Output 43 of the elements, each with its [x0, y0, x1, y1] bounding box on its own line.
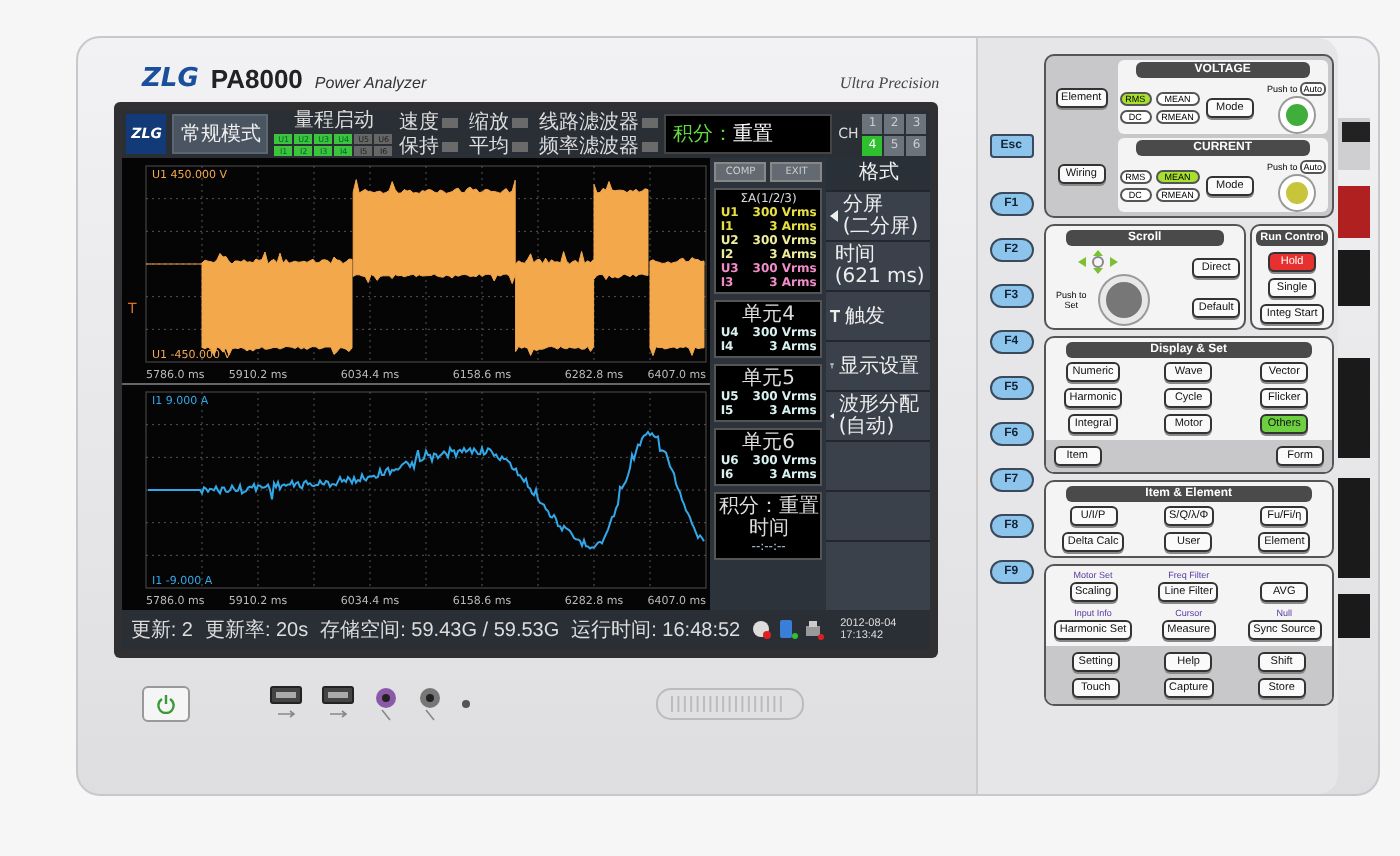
- menu-title: 格式: [826, 158, 931, 190]
- power-icon: [156, 694, 176, 714]
- storage-info: 存储空间: 59.43G / 59.53G: [320, 617, 560, 644]
- unit-title: 单元5: [740, 368, 797, 390]
- integration-status: 积分：重置: [664, 114, 833, 154]
- usb-port-icon: [270, 686, 302, 722]
- range-knob[interactable]: [1279, 176, 1314, 210]
- usb-port-icon: [322, 686, 354, 722]
- indicator-label: 线路滤波器: [538, 111, 639, 133]
- unit-title: 单元4: [740, 304, 797, 326]
- run-time: 运行时间: 16:48:52: [571, 617, 741, 644]
- product-subtitle: Power Analyzer: [314, 74, 427, 92]
- model-name: PA8000: [210, 64, 303, 94]
- tee-icon: [830, 310, 841, 322]
- indicator-label: 缩放: [468, 111, 509, 133]
- menu-item[interactable]: 时间 (621 ms): [826, 240, 931, 290]
- triangle-left-icon: [830, 410, 835, 422]
- integration-title: 积分：重置: [718, 496, 819, 518]
- arrows-icon: [1078, 250, 1119, 274]
- update-count: 更新: 2: [130, 617, 193, 644]
- range-knob[interactable]: [1279, 98, 1314, 132]
- globe-icon: [752, 620, 773, 640]
- update-rate: 更新率: 20s: [204, 617, 309, 644]
- tee-icon: [830, 360, 835, 372]
- menu-item[interactable]: 分屏 (二分屏): [826, 190, 931, 240]
- printer-icon: [804, 620, 825, 640]
- audio-jack-icon: [374, 686, 398, 722]
- audio-jack-icon: [418, 686, 442, 722]
- indicator-label: 平均: [468, 135, 509, 157]
- indicator-light-icon: [462, 700, 470, 708]
- brand-logo: ZLG: [142, 64, 199, 94]
- mode-button[interactable]: 常规模式: [172, 114, 269, 154]
- unit-title: 单元6: [740, 432, 797, 454]
- power-button[interactable]: [142, 686, 190, 722]
- triangle-left-icon: [830, 210, 839, 222]
- indicator-label: 保持: [398, 135, 439, 157]
- indicator-label: 频率滤波器: [538, 135, 639, 157]
- indicator-label: 速度: [398, 111, 439, 133]
- menu-item[interactable]: 波形分配 (自动): [826, 390, 931, 440]
- scroll-knob[interactable]: [1099, 276, 1148, 324]
- tagline: Ultra Precision: [839, 74, 940, 92]
- usb-drive-icon: [778, 620, 799, 640]
- time-label: 时间: [748, 518, 789, 540]
